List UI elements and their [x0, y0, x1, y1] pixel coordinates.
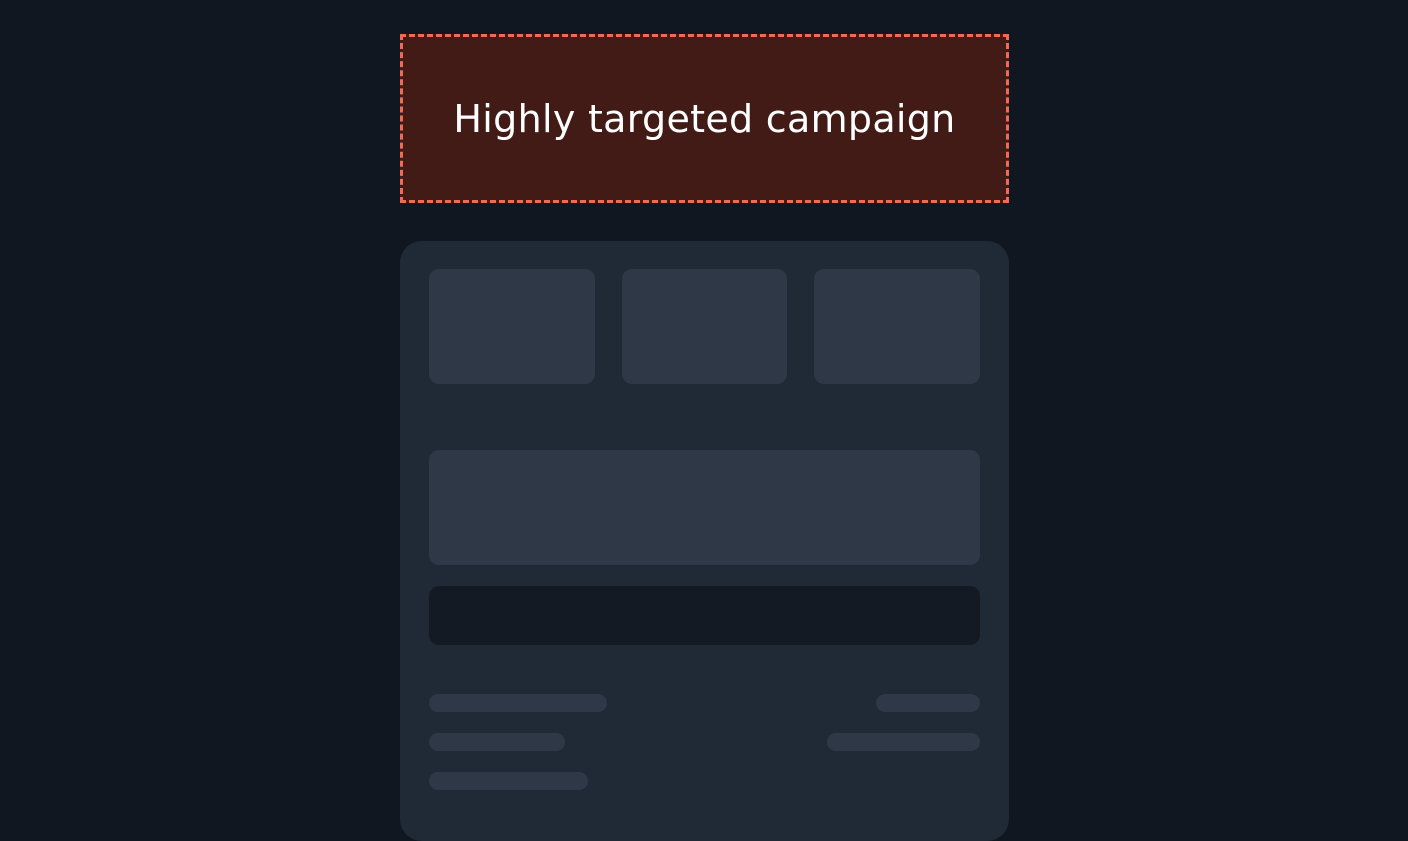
skeleton-text-line — [429, 694, 607, 712]
skeleton-text-line — [876, 694, 980, 712]
skeleton-tile-1 — [429, 269, 595, 384]
skeleton-wide-block — [429, 450, 980, 565]
skeleton-tile-2 — [622, 269, 787, 384]
skeleton-text-line — [827, 733, 980, 751]
skeleton-tile-3 — [814, 269, 980, 384]
campaign-banner: Highly targeted campaign — [400, 34, 1009, 203]
skeleton-text-line — [429, 772, 588, 790]
skeleton-text-line — [429, 733, 565, 751]
banner-title: Highly targeted campaign — [453, 96, 956, 141]
skeleton-dark-bar — [429, 586, 980, 645]
skeleton-panel — [400, 241, 1009, 841]
